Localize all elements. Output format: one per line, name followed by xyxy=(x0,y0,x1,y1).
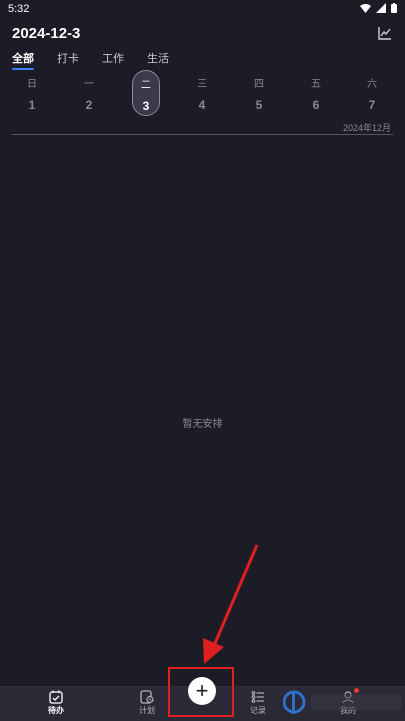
date-number: 7 xyxy=(368,98,376,112)
wifi-icon xyxy=(360,4,371,13)
tab-all[interactable]: 全部 xyxy=(12,50,34,70)
tab-life[interactable]: 生活 xyxy=(147,50,169,69)
week-strip: 日 1 一 2 二 3 三 4 四 5 五 6 六 7 xyxy=(0,70,405,120)
category-tabs: 全部 打卡 工作 生活 xyxy=(12,50,192,70)
date-number: 3 xyxy=(142,99,150,113)
plan-clock-icon xyxy=(140,690,154,704)
status-bar: 5:32 xyxy=(0,0,405,16)
status-time: 5:32 xyxy=(8,3,30,15)
weekday-label: 三 xyxy=(197,79,207,90)
signal-icon xyxy=(376,3,386,13)
date-number: 6 xyxy=(312,98,320,112)
tab-work[interactable]: 工作 xyxy=(102,50,124,69)
month-label: 2024年12月 xyxy=(342,123,391,133)
divider xyxy=(12,134,393,135)
battery-icon xyxy=(391,3,397,13)
date-number: 4 xyxy=(198,98,206,112)
date-number: 1 xyxy=(28,98,36,112)
day-monday[interactable]: 一 2 xyxy=(74,70,104,116)
list-icon xyxy=(251,691,264,703)
weekday-label: 四 xyxy=(254,79,264,90)
nav-plan-label: 计划 xyxy=(139,706,155,715)
day-tuesday-selected[interactable]: 二 3 xyxy=(132,70,160,116)
status-icons xyxy=(360,3,397,13)
nav-record-label: 记录 xyxy=(250,706,266,715)
nav-todo[interactable]: 待办 xyxy=(36,690,76,716)
chart-icon[interactable] xyxy=(377,25,393,41)
watermark-logo xyxy=(283,690,401,714)
header: 2024-12-3 xyxy=(0,22,405,46)
weekday-label: 二 xyxy=(141,80,151,91)
day-wednesday[interactable]: 三 4 xyxy=(187,70,217,116)
weekday-label: 六 xyxy=(367,79,377,90)
date-number: 2 xyxy=(85,98,93,112)
weekday-label: 日 xyxy=(27,79,37,90)
annotation-highlight-box xyxy=(168,667,234,717)
day-saturday[interactable]: 六 7 xyxy=(357,70,387,116)
weekday-label: 五 xyxy=(311,79,321,90)
nav-todo-label: 待办 xyxy=(48,706,64,715)
day-sunday[interactable]: 日 1 xyxy=(17,70,47,116)
empty-state-text: 暂无安排 xyxy=(182,419,223,430)
day-thursday[interactable]: 四 5 xyxy=(244,70,274,116)
nav-record[interactable]: 记录 xyxy=(238,690,278,716)
weekday-label: 一 xyxy=(84,79,94,90)
calendar-check-icon xyxy=(49,690,63,704)
nav-plan[interactable]: 计划 xyxy=(127,690,167,716)
page-title: 2024-12-3 xyxy=(12,25,81,42)
tab-checkin[interactable]: 打卡 xyxy=(57,50,79,69)
day-friday[interactable]: 五 6 xyxy=(301,70,331,116)
date-number: 5 xyxy=(255,98,263,112)
